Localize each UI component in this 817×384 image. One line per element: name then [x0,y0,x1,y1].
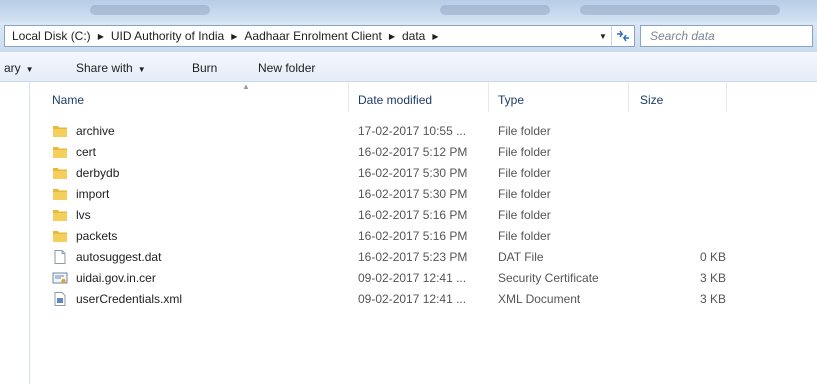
column-header-row: ▲ Name Date modified Type Size [30,82,817,118]
file-size: 3 KB [699,271,726,285]
file-icon [54,250,66,264]
breadcrumb-label: Aadhaar Enrolment Client [244,29,382,43]
folder-icon [53,147,67,158]
sort-ascending-icon: ▲ [242,82,250,91]
file-list: archive 17-02-2017 10:55 ... File folder… [30,121,817,310]
file-name: packets [76,229,118,243]
share-with-button[interactable]: Share with ▼ [76,61,146,75]
file-name: derbydb [76,166,120,180]
file-date: 16-02-2017 5:30 PM [358,187,468,201]
file-type: File folder [498,166,551,180]
column-header-size[interactable]: Size [640,93,663,107]
title-bar-blur [580,5,780,15]
file-date: 09-02-2017 12:41 ... [358,292,467,306]
column-divider[interactable] [726,82,727,112]
file-type: File folder [498,229,551,243]
column-divider[interactable] [628,82,629,112]
file-name: archive [76,124,115,138]
breadcrumb-item[interactable]: Local Disk (C:) ▶ [12,29,111,43]
file-type: XML Document [498,292,581,306]
file-date: 16-02-2017 5:16 PM [358,229,468,243]
breadcrumb-item[interactable]: data ▶ [402,29,446,43]
breadcrumb-item[interactable]: UID Authority of India ▶ [111,29,245,43]
title-bar-blur [440,5,550,15]
breadcrumb-arrow-icon[interactable]: ▶ [98,32,104,41]
navigation-pane[interactable] [0,82,30,384]
burn-button[interactable]: Burn [192,61,217,75]
file-type: File folder [498,187,551,201]
search-input[interactable]: Search data [640,25,813,47]
file-row[interactable]: userCredentials.xml 09-02-2017 12:41 ...… [30,289,817,310]
address-bar[interactable]: Local Disk (C:) ▶ UID Authority of India… [4,25,635,47]
burn-button-label: Burn [192,61,218,75]
breadcrumb-label: data [401,29,426,43]
file-date: 17-02-2017 10:55 ... [358,124,467,138]
file-type: File folder [498,208,551,222]
file-row[interactable]: autosuggest.dat 16-02-2017 5:23 PM DAT F… [30,247,817,268]
title-bar-blur [90,5,210,15]
file-row[interactable]: uidai.gov.in.cer 09-02-2017 12:41 ... Se… [30,268,817,289]
refresh-icon [617,30,629,42]
file-date: 16-02-2017 5:23 PM [358,250,468,264]
breadcrumb-label: Local Disk (C:) [12,29,91,43]
breadcrumb: Local Disk (C:) ▶ UID Authority of India… [5,29,595,43]
address-row: Local Disk (C:) ▶ UID Authority of India… [0,22,817,52]
file-type: File folder [498,124,551,138]
file-name: userCredentials.xml [76,292,183,306]
file-row[interactable]: derbydb 16-02-2017 5:30 PM File folder [30,163,817,184]
file-name: cert [76,145,97,159]
file-date: 16-02-2017 5:30 PM [358,166,468,180]
breadcrumb-label: UID Authority of India [110,29,225,43]
folder-icon [53,168,67,179]
file-name: autosuggest.dat [76,250,162,264]
file-size: 3 KB [699,292,726,306]
address-dropdown-icon[interactable]: ▼ [595,32,611,41]
column-divider[interactable] [348,82,349,112]
breadcrumb-item[interactable]: Aadhaar Enrolment Client ▶ [244,29,402,43]
library-button-label: ary [4,61,21,75]
certificate-icon [52,272,68,284]
column-header-date[interactable]: Date modified [358,93,432,107]
file-row[interactable]: archive 17-02-2017 10:55 ... File folder [30,121,817,142]
command-bar: ary ▼ Share with ▼ Burn New folder [0,52,817,82]
xml-file-icon [54,292,66,306]
folder-icon [53,189,67,200]
new-folder-button[interactable]: New folder [258,61,315,75]
column-divider[interactable] [488,82,489,112]
include-in-library-button[interactable]: ary ▼ [4,61,34,75]
file-row[interactable]: packets 16-02-2017 5:16 PM File folder [30,226,817,247]
file-size: 0 KB [699,250,726,264]
file-name: import [76,187,110,201]
file-row[interactable]: cert 16-02-2017 5:12 PM File folder [30,142,817,163]
file-date: 09-02-2017 12:41 ... [358,271,467,285]
file-name: lvs [76,208,91,222]
folder-icon [53,126,67,137]
file-type: DAT File [498,250,544,264]
file-type: Security Certificate [498,271,599,285]
search-placeholder: Search data [650,29,715,43]
file-row[interactable]: import 16-02-2017 5:30 PM File folder [30,184,817,205]
chevron-down-icon: ▼ [137,65,146,74]
share-button-label: Share with [76,61,133,75]
breadcrumb-arrow-icon[interactable]: ▶ [231,32,237,41]
file-row[interactable]: lvs 16-02-2017 5:16 PM File folder [30,205,817,226]
file-date: 16-02-2017 5:16 PM [358,208,468,222]
breadcrumb-arrow-icon[interactable]: ▶ [389,32,395,41]
chevron-down-icon: ▼ [25,65,34,74]
folder-icon [53,231,67,242]
window-title-bar [0,0,817,22]
file-date: 16-02-2017 5:12 PM [358,145,468,159]
column-header-type[interactable]: Type [498,93,524,107]
breadcrumb-arrow-icon[interactable]: ▶ [432,32,438,41]
refresh-button[interactable] [611,26,634,46]
column-header-name[interactable]: Name [52,93,84,107]
file-type: File folder [498,145,551,159]
folder-icon [53,210,67,221]
file-name: uidai.gov.in.cer [76,271,156,285]
new-folder-button-label: New folder [258,61,316,75]
